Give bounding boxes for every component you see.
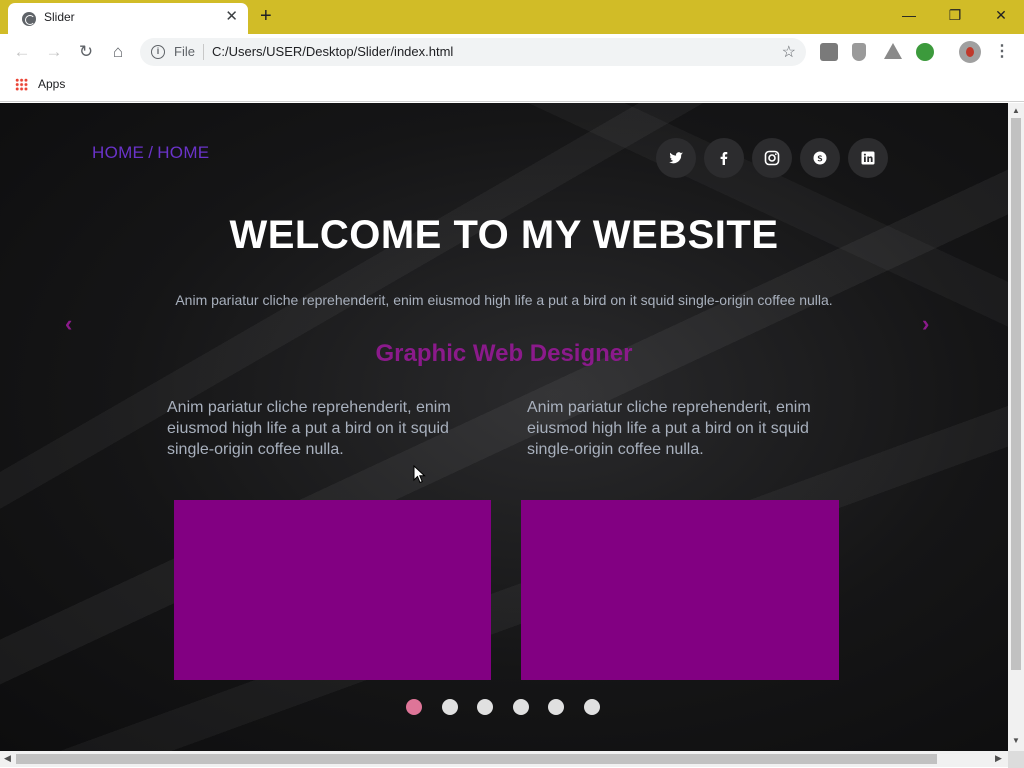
- breadcrumb: HOME / HOME: [92, 143, 209, 163]
- minimize-button[interactable]: —: [886, 4, 932, 28]
- vertical-scrollbar[interactable]: ▲ ▼: [1008, 103, 1024, 751]
- new-tab-button[interactable]: +: [260, 5, 272, 27]
- globe-extension-icon[interactable]: [916, 43, 934, 61]
- bookmark-star-icon[interactable]: ☆: [782, 42, 796, 62]
- drive-extension-icon[interactable]: [884, 43, 902, 59]
- slider-dot-6[interactable]: [584, 699, 600, 715]
- back-button[interactable]: ←: [10, 41, 34, 65]
- media-placeholder-right: [521, 500, 839, 680]
- home-button[interactable]: ⌂: [106, 41, 130, 65]
- browser-toolbar: ← → ↻ ⌂ i File C:/Users/USER/Desktop/Sli…: [0, 34, 1024, 71]
- slider-prev-arrow[interactable]: ‹: [65, 311, 72, 337]
- column-text-right: Anim pariatur cliche reprehenderit, enim…: [527, 399, 811, 458]
- horizontal-scrollbar[interactable]: ◀ ▶: [0, 751, 1008, 767]
- skype-icon: [813, 151, 827, 165]
- slider-dot-2[interactable]: [442, 699, 458, 715]
- column-text-left: Anim pariatur cliche reprehenderit, enim…: [167, 399, 451, 458]
- hero-headline: WELCOME TO MY WEBSITE: [229, 213, 779, 257]
- apps-link[interactable]: Apps: [38, 77, 65, 91]
- scrollbar-corner: [1008, 751, 1024, 768]
- reload-button[interactable]: ↻: [74, 41, 98, 65]
- restore-button[interactable]: ❐: [932, 4, 978, 28]
- twitter-button[interactable]: [656, 138, 696, 178]
- url-text[interactable]: C:/Users/USER/Desktop/Slider/index.html: [212, 44, 453, 59]
- bookmarks-bar: Apps: [0, 71, 1024, 102]
- horizontal-scroll-thumb[interactable]: [16, 754, 937, 764]
- forward-button[interactable]: →: [42, 41, 66, 65]
- scroll-right-arrow-icon[interactable]: ▶: [995, 753, 1002, 764]
- browser-titlebar: Slider ✕ + — ❐ ✕: [0, 0, 1024, 34]
- globe-icon: [22, 12, 36, 26]
- linkedin-icon: [861, 151, 875, 165]
- menu-icon[interactable]: ⋮: [994, 41, 1010, 63]
- slider-next-arrow[interactable]: ›: [922, 311, 929, 337]
- twitter-icon: [669, 152, 683, 164]
- breadcrumb-current[interactable]: HOME: [157, 143, 209, 162]
- vertical-scroll-thumb[interactable]: [1011, 118, 1021, 670]
- tab-title: Slider: [44, 10, 75, 24]
- instagram-icon: [764, 150, 780, 166]
- slider-dot-4[interactable]: [513, 699, 529, 715]
- media-placeholder-left: [174, 500, 491, 680]
- fb-extension-icon[interactable]: [820, 43, 838, 61]
- close-window-button[interactable]: ✕: [978, 4, 1024, 28]
- scroll-up-arrow-icon[interactable]: ▲: [1012, 106, 1020, 115]
- browser-tab[interactable]: Slider ✕: [8, 3, 248, 34]
- address-divider: [203, 44, 204, 60]
- slider-dot-1[interactable]: [406, 699, 422, 715]
- linkedin-button[interactable]: [848, 138, 888, 178]
- breadcrumb-separator: /: [148, 143, 154, 162]
- slider-dot-3[interactable]: [477, 699, 493, 715]
- section-subheading: Graphic Web Designer: [375, 340, 633, 367]
- breadcrumb-home-link[interactable]: HOME: [92, 143, 144, 162]
- shield-extension-icon[interactable]: [852, 43, 866, 61]
- url-scheme-label: File: [174, 44, 195, 59]
- slider-dot-5[interactable]: [548, 699, 564, 715]
- profile-avatar[interactable]: [959, 41, 981, 63]
- address-bar[interactable]: i File C:/Users/USER/Desktop/Slider/inde…: [140, 38, 806, 66]
- scroll-down-arrow-icon[interactable]: ▼: [1012, 736, 1020, 745]
- facebook-icon: [720, 152, 728, 165]
- skype-button[interactable]: [800, 138, 840, 178]
- info-icon[interactable]: i: [151, 45, 165, 59]
- facebook-button[interactable]: [704, 138, 744, 178]
- instagram-button[interactable]: [752, 138, 792, 178]
- scroll-left-arrow-icon[interactable]: ◀: [4, 753, 11, 764]
- apps-grid-icon[interactable]: [15, 78, 28, 91]
- tab-close-icon[interactable]: ✕: [225, 8, 238, 26]
- hero-intro-text: Anim pariatur cliche reprehenderit, enim…: [175, 292, 833, 308]
- mouse-cursor-icon: [413, 465, 426, 484]
- page-viewport: HOME / HOME WELCOME TO MY WEBSITE Anim par…: [0, 103, 1008, 751]
